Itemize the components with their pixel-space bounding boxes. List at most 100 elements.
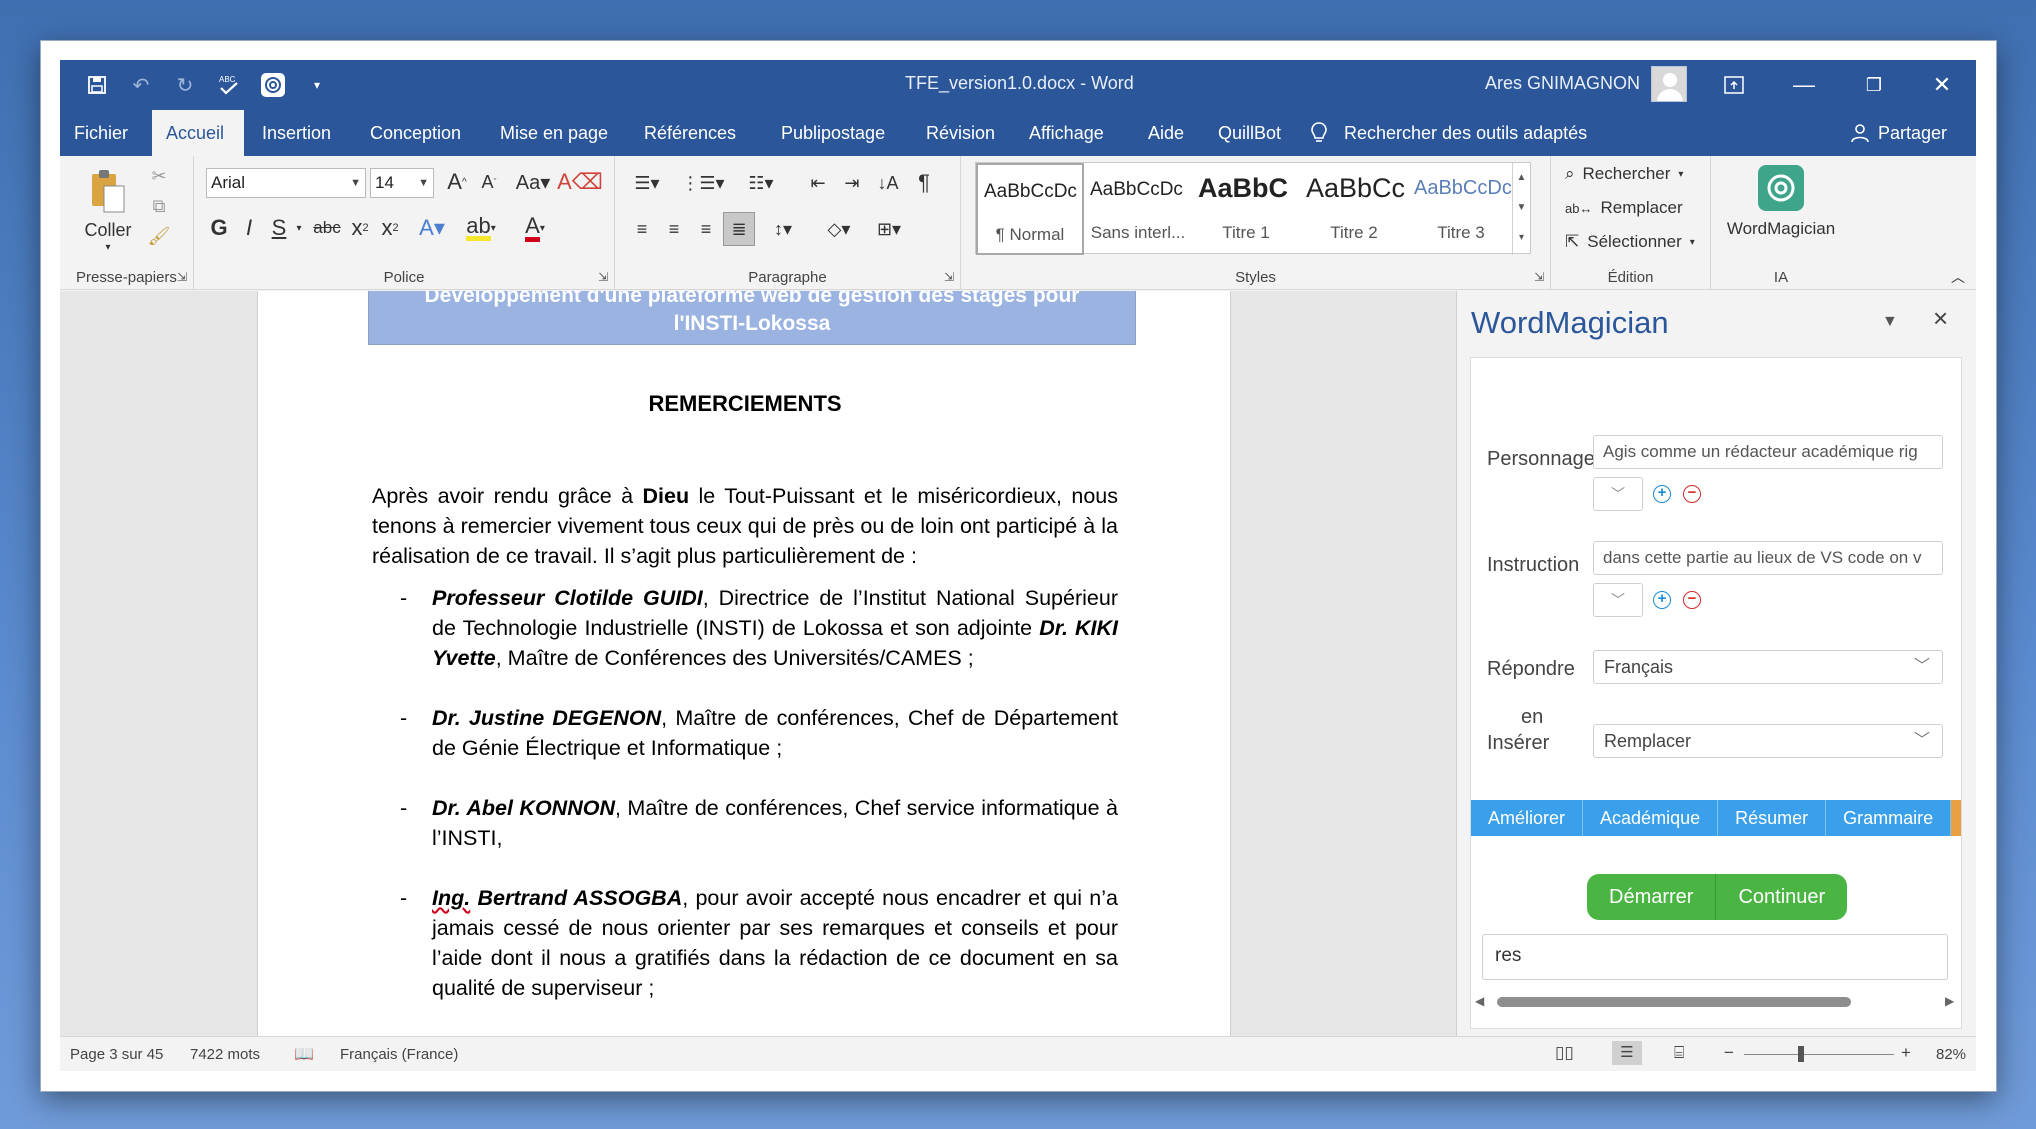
remove-persona-icon[interactable]: −: [1683, 485, 1701, 503]
text-effects-icon[interactable]: A▾: [412, 212, 452, 244]
font-color-icon[interactable]: A ▾: [512, 212, 558, 244]
avatar[interactable]: [1651, 66, 1687, 102]
wordmagician-button[interactable]: WordMagician: [1711, 216, 1851, 242]
borders-icon[interactable]: ⊞▾: [867, 214, 911, 244]
chatgpt-icon[interactable]: [256, 69, 290, 101]
align-right-icon[interactable]: ≡: [691, 214, 721, 244]
cut-icon[interactable]: ✂: [144, 162, 174, 190]
zoom-in-button[interactable]: +: [1901, 1043, 1911, 1063]
more-styles-icon[interactable]: ▾: [1513, 223, 1530, 253]
zoom-slider[interactable]: [1744, 1054, 1894, 1055]
tab-fichier[interactable]: Fichier: [60, 110, 142, 156]
justify-icon[interactable]: ≣: [723, 212, 755, 246]
persona-input[interactable]: Agis comme un rédacteur académique rig: [1593, 435, 1943, 469]
academic-button[interactable]: Académique: [1583, 800, 1719, 836]
respond-language-select[interactable]: Français ﹀: [1593, 650, 1943, 684]
tab-conception[interactable]: Conception: [356, 110, 475, 156]
pane-horizontal-scrollbar[interactable]: ◀ ▶: [1471, 992, 1961, 1012]
add-persona-icon[interactable]: +: [1653, 485, 1671, 503]
increase-indent-icon[interactable]: ⇥: [837, 168, 867, 198]
style-heading-3[interactable]: AaBbCcDc Titre 3: [1408, 163, 1514, 255]
tab-accueil[interactable]: Accueil: [152, 110, 244, 156]
copy-icon[interactable]: ⧉: [144, 192, 174, 220]
italic-icon[interactable]: I: [236, 212, 262, 244]
start-button[interactable]: Démarrer: [1587, 874, 1715, 920]
close-icon[interactable]: ✕: [1908, 60, 1976, 110]
style-no-spacing[interactable]: AaBbCcDc Sans interl...: [1084, 163, 1192, 255]
underline-icon[interactable]: S: [266, 212, 292, 244]
chevron-up-icon[interactable]: ▲: [1513, 163, 1530, 193]
styles-launcher-icon[interactable]: ⇲: [1534, 270, 1544, 284]
summarize-button[interactable]: Résumer: [1718, 800, 1827, 836]
find-button[interactable]: ⌕ Rechercher ▾: [1565, 164, 1683, 184]
grow-font-icon[interactable]: A ^: [442, 166, 472, 198]
change-case-icon[interactable]: Aa▾: [510, 166, 556, 198]
share-button[interactable]: Partager: [1850, 110, 1947, 156]
pane-close-icon[interactable]: ×: [1933, 303, 1948, 334]
paste-dropdown-icon[interactable]: ▾: [98, 242, 118, 253]
read-mode-icon[interactable]: ▯▯: [1555, 1043, 1574, 1063]
sort-icon[interactable]: ↓A: [873, 168, 903, 198]
improve-button[interactable]: Améliorer: [1471, 800, 1584, 836]
tell-me-search[interactable]: Rechercher des outils adaptés: [1310, 110, 1587, 156]
bold-icon[interactable]: G: [206, 212, 232, 244]
pane-options-icon[interactable]: ▼: [1882, 313, 1898, 331]
chevron-down-icon[interactable]: ▼: [1513, 193, 1530, 223]
styles-scroll[interactable]: ▲ ▼ ▾: [1512, 163, 1530, 255]
word-count[interactable]: 7422 mots: [190, 1046, 260, 1063]
page-count[interactable]: Page 3 sur 45: [70, 1046, 163, 1063]
document-page[interactable]: Développement d'une plateforme web de ge…: [257, 291, 1231, 1036]
select-button[interactable]: ⇱ Sélectionner ▾: [1565, 232, 1695, 252]
line-spacing-icon[interactable]: ↕▾: [761, 214, 805, 244]
tab-insertion[interactable]: Insertion: [248, 110, 345, 156]
subscript-icon[interactable]: x2: [346, 212, 374, 244]
paragraph-launcher-icon[interactable]: ⇲: [944, 270, 954, 284]
zoom-slider-thumb[interactable]: [1798, 1046, 1804, 1062]
scroll-left-icon[interactable]: ◀: [1475, 994, 1484, 1008]
zoom-level[interactable]: 82%: [1936, 1046, 1966, 1063]
tab-mise-en-page[interactable]: Mise en page: [486, 110, 622, 156]
language-indicator[interactable]: Français (France): [340, 1046, 458, 1063]
shrink-font-icon[interactable]: Aˇ: [474, 166, 504, 198]
style-heading-1[interactable]: AaBbC Titre 1: [1192, 163, 1300, 255]
user-name[interactable]: Ares GNIMAGNON: [1485, 73, 1640, 94]
format-painter-icon[interactable]: 🖌: [144, 222, 174, 250]
collapse-ribbon-icon[interactable]: ︿: [1948, 268, 1968, 286]
tab-references[interactable]: Références: [630, 110, 750, 156]
web-layout-icon[interactable]: ⌸: [1674, 1043, 1684, 1063]
minimize-icon[interactable]: —: [1770, 60, 1838, 110]
add-instruction-icon[interactable]: +: [1653, 591, 1671, 609]
decrease-indent-icon[interactable]: ⇤: [803, 168, 833, 198]
save-icon[interactable]: [80, 69, 114, 101]
align-center-icon[interactable]: ≡: [659, 214, 689, 244]
tab-aide[interactable]: Aide: [1134, 110, 1198, 156]
customize-qat-icon[interactable]: ▾: [300, 69, 334, 101]
spelling-check-icon[interactable]: ABC: [212, 69, 246, 101]
output-textarea[interactable]: res: [1482, 934, 1948, 980]
superscript-icon[interactable]: x2: [376, 212, 404, 244]
undo-icon[interactable]: ↶: [124, 69, 158, 101]
insert-mode-select[interactable]: Remplacer ﹀: [1593, 724, 1943, 758]
instruction-select[interactable]: ﹀: [1593, 583, 1643, 617]
tab-revision[interactable]: Révision: [912, 110, 1009, 156]
tab-quillbot[interactable]: QuillBot: [1204, 110, 1295, 156]
scroll-right-icon[interactable]: ▶: [1945, 994, 1954, 1008]
zoom-out-button[interactable]: −: [1724, 1043, 1734, 1063]
tab-publipostage[interactable]: Publipostage: [767, 110, 899, 156]
wordmagician-icon[interactable]: [1757, 164, 1805, 212]
tab-affichage[interactable]: Affichage: [1015, 110, 1118, 156]
paste-icon[interactable]: [86, 166, 130, 216]
redo-icon[interactable]: ↻: [168, 69, 202, 101]
clear-formatting-icon[interactable]: A⌫: [557, 166, 603, 198]
ribbon-display-options-icon[interactable]: [1700, 60, 1768, 110]
restore-icon[interactable]: ❐: [1840, 60, 1908, 110]
instruction-input[interactable]: dans cette partie au lieux de VS code on…: [1593, 541, 1943, 575]
numbering-icon[interactable]: ⋮☰▾: [681, 168, 724, 198]
shading-icon[interactable]: ◇▾: [817, 214, 861, 244]
bullets-icon[interactable]: ☰▾: [627, 168, 667, 198]
font-name-select[interactable]: Arial ▼: [206, 168, 366, 198]
font-size-select[interactable]: 14 ▼: [370, 168, 434, 198]
show-formatting-icon[interactable]: ¶: [909, 168, 939, 198]
action-bar-overflow[interactable]: [1951, 800, 1961, 836]
paste-label[interactable]: Coller: [78, 218, 138, 242]
